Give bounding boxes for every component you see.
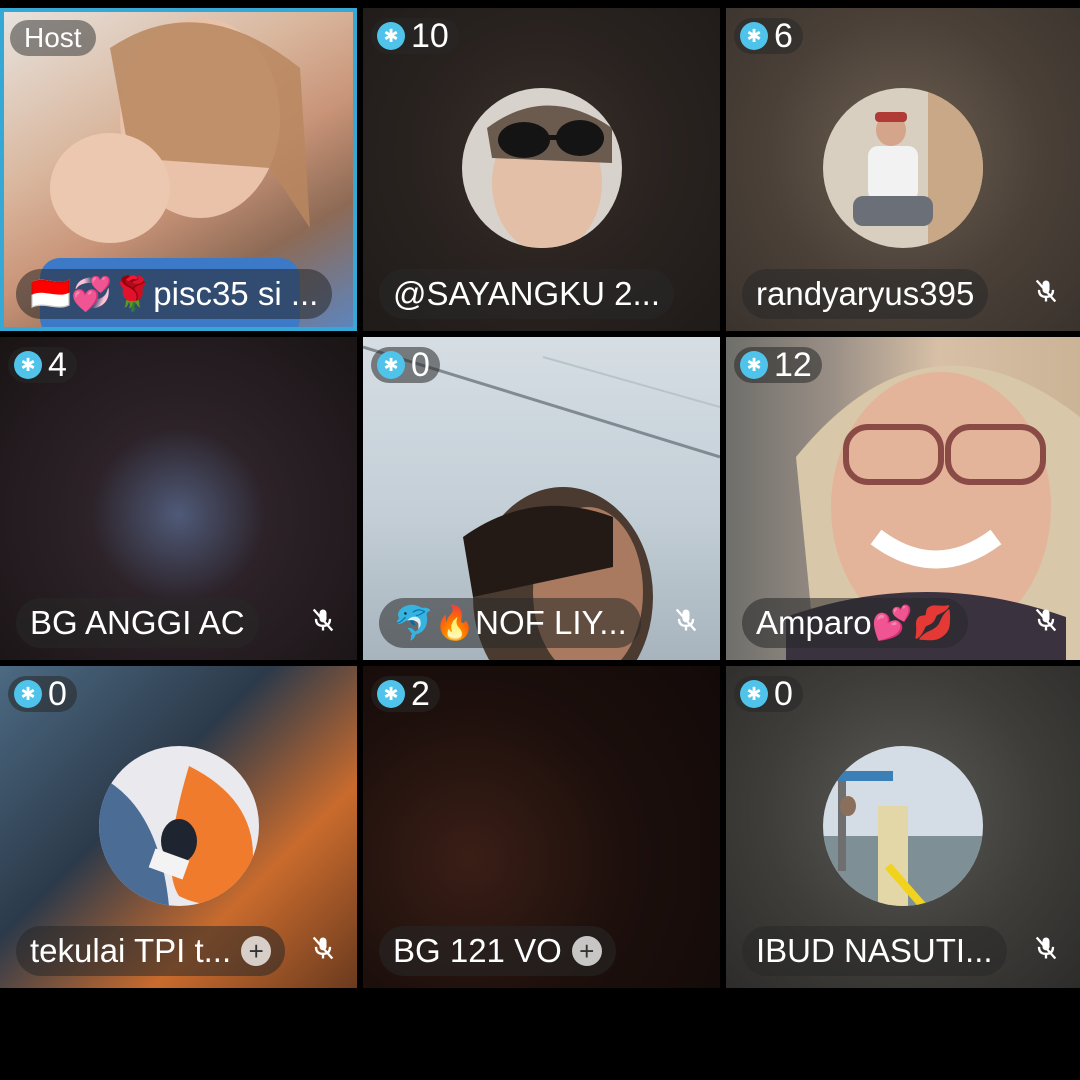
participant-tile[interactable]: 10 @SAYANGKU 2...: [363, 8, 720, 331]
participant-name-text: BG 121 VO: [393, 932, 562, 969]
microphone-muted-icon: [312, 936, 334, 960]
avatar[interactable]: [98, 746, 259, 906]
participant-tile[interactable]: 0 IBUD NASUTI...: [726, 666, 1080, 988]
gem-count-badge: 0: [371, 347, 440, 383]
participant-tile-host[interactable]: Host 🇮🇩💞🌹pisc35 si ...: [0, 8, 357, 331]
gem-icon: [377, 351, 405, 379]
participant-tile[interactable]: 4 BG ANGGI AC: [0, 337, 357, 660]
participant-name-text: tekulai TPI t...: [30, 932, 232, 969]
gem-count: 10: [411, 17, 449, 55]
gem-count: 0: [411, 346, 430, 384]
gem-count-badge: 0: [734, 676, 803, 712]
participant-name[interactable]: 🐬🔥NOF LIY...: [379, 598, 641, 648]
gem-icon: [14, 351, 42, 379]
plus-icon[interactable]: +: [241, 936, 272, 966]
gem-count-badge: 6: [734, 18, 803, 54]
gem-count: 0: [774, 675, 793, 713]
gem-icon: [740, 351, 768, 379]
participant-tile[interactable]: 0 🐬🔥NOF LIY...: [363, 337, 720, 660]
microphone-muted-icon: [312, 608, 334, 632]
avatar[interactable]: [461, 88, 622, 248]
gem-count: 2: [411, 675, 430, 713]
gem-count: 6: [774, 17, 793, 55]
participant-tile[interactable]: 6 randyaryus395: [726, 8, 1080, 331]
participant-tile[interactable]: 0 tekulai TPI t... +: [0, 666, 357, 988]
gem-icon: [740, 680, 768, 708]
gem-count: 12: [774, 346, 812, 384]
gem-count-badge: 4: [8, 347, 77, 383]
participant-name[interactable]: @SAYANGKU 2...: [379, 269, 675, 319]
participant-tile[interactable]: 12 Amparo💕💋: [726, 337, 1080, 660]
participant-name[interactable]: 🇮🇩💞🌹pisc35 si ...: [16, 269, 333, 319]
participant-name[interactable]: Amparo💕💋: [742, 598, 968, 648]
microphone-muted-icon: [1035, 279, 1057, 303]
gem-icon: [14, 680, 42, 708]
avatar[interactable]: [823, 88, 983, 248]
microphone-muted-icon: [675, 608, 697, 632]
participant-name[interactable]: BG ANGGI AC: [16, 598, 259, 648]
gem-icon: [377, 680, 405, 708]
gem-icon: [377, 22, 405, 50]
participant-tile[interactable]: 2 BG 121 VO +: [363, 666, 720, 988]
participant-name[interactable]: IBUD NASUTI...: [742, 926, 1007, 976]
host-badge: Host: [10, 20, 96, 56]
gem-count-badge: 2: [371, 676, 440, 712]
participant-name[interactable]: BG 121 VO +: [379, 926, 616, 976]
avatar[interactable]: [823, 746, 983, 906]
plus-icon[interactable]: +: [571, 936, 602, 966]
participant-grid: Host 🇮🇩💞🌹pisc35 si ... 10 @SAYANGKU 2...: [0, 0, 1080, 988]
microphone-muted-icon: [1035, 936, 1057, 960]
gem-count: 0: [48, 675, 67, 713]
gem-count: 4: [48, 346, 67, 384]
gem-icon: [740, 22, 768, 50]
microphone-muted-icon: [1035, 608, 1057, 632]
gem-count-badge: 0: [8, 676, 77, 712]
participant-name[interactable]: randyaryus395: [742, 269, 989, 319]
gem-count-badge: 10: [371, 18, 459, 54]
participant-name[interactable]: tekulai TPI t... +: [16, 926, 286, 976]
gem-count-badge: 12: [734, 347, 822, 383]
